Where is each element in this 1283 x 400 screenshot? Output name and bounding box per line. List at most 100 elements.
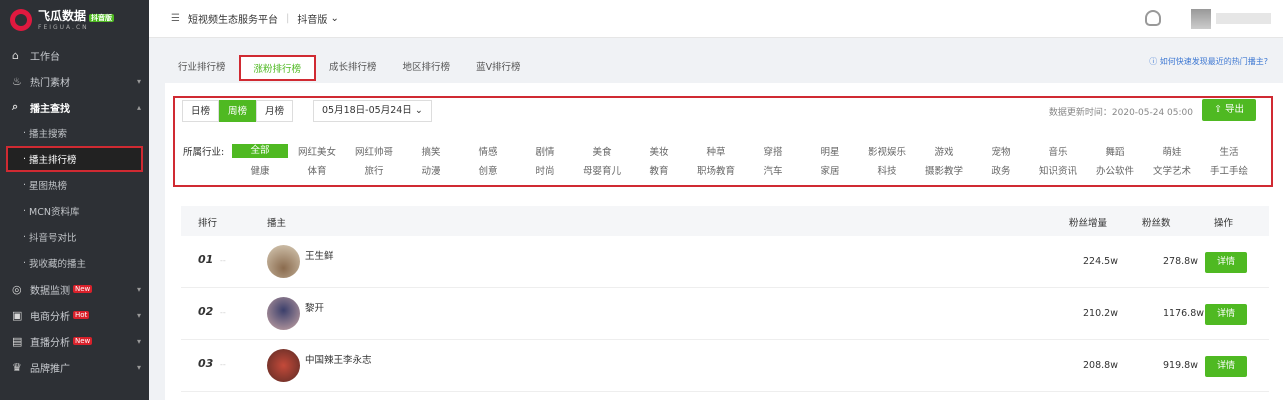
industry-tag[interactable]: 文学艺术 [1144,163,1200,177]
sub-item[interactable]: · 播主搜索 [0,120,149,146]
industry-tag[interactable]: 创意 [460,163,516,177]
headset-icon[interactable] [1145,10,1161,26]
industry-tag[interactable]: 穿搭 [745,144,801,158]
industry-tag[interactable]: 美妆 [631,144,687,158]
streamer-name[interactable]: 黎开 [305,300,324,314]
nav-search[interactable]: ⌕ 播主查找 ▴ [0,94,149,120]
nav-live[interactable]: ▤ 直播分析 New ▾ [0,328,149,354]
sub-item[interactable]: · 我收藏的播主 [0,250,149,276]
industry-tag[interactable]: 职场教育 [688,163,744,177]
help-link[interactable]: ⓘ 如何快速发现最近的热门播主? [1149,56,1268,67]
table-row: 01 -- 王生鲜 224.5w 278.8w 详情 [181,236,1269,288]
chevron-up-icon: ▴ [136,102,141,112]
avatar[interactable] [267,245,300,278]
industry-tag[interactable]: 游戏 [916,144,972,158]
chevron-down-icon: ▾ [136,284,141,294]
ranking-card: 日榜 周榜 月榜 05月18日-05月24日 ⌄ 数据更新时间：2020-05-… [165,83,1283,400]
logo-name: 飞瓜数据 [38,8,87,23]
sub-item[interactable]: · 抖音号对比 [0,224,149,250]
avatar[interactable] [267,349,300,382]
export-button[interactable]: ⇪ 导出 [1202,99,1256,121]
nav-hot[interactable]: ♨ 热门素材 ▾ [0,68,149,94]
industry-tag[interactable]: 音乐 [1030,144,1086,158]
tab-region[interactable]: 地区排行榜 [389,55,464,81]
sidebar: 飞瓜数据 抖音版 FEIGUA.CN ⌂ 工作台 ♨ 热门素材 ▾ ⌕ 播主查找 ▴ · 播… [0,0,149,400]
sub-item-ranking[interactable]: · 播主排行榜 [6,146,143,172]
sub-item[interactable]: · MCN资料库 [0,198,149,224]
nav-brand[interactable]: ♛ 品牌推广 ▾ [0,354,149,380]
industry-tag[interactable]: 家居 [802,163,858,177]
detail-button[interactable]: 详情 [1205,304,1248,325]
period-week[interactable]: 周榜 [219,100,257,122]
industry-tag[interactable]: 动漫 [403,163,459,177]
brand-icon: ♛ [12,360,22,374]
industry-tag[interactable]: 时尚 [517,163,573,177]
industry-tag[interactable]: 网红帅哥 [346,144,402,158]
industry-tag[interactable]: 网红美女 [289,144,345,158]
fans-count: 1176.8w [1163,308,1205,319]
logo-badge: 抖音版 [89,13,115,22]
detail-button[interactable]: 详情 [1205,252,1248,273]
chevron-down-icon: ▾ [136,76,141,86]
industry-tag[interactable]: 摄影教学 [916,163,972,177]
industry-tag[interactable]: 汽车 [745,163,801,177]
platform-title: 短视频生态服务平台 [187,15,278,26]
fire-icon: ♨ [12,74,22,88]
industry-tag[interactable]: 体育 [289,163,345,177]
industry-tag[interactable]: 种草 [688,144,744,158]
nav-label: 品牌推广 [30,363,70,375]
industry-tag[interactable]: 美食 [574,144,630,158]
avatar[interactable] [267,297,300,330]
industry-tag[interactable]: 剧情 [517,144,573,158]
new-badge: New [73,285,93,293]
nav-ecom[interactable]: ▣ 电商分析 Hot ▾ [0,302,149,328]
industry-tag[interactable]: 科技 [859,163,915,177]
industry-tag[interactable]: 萌娃 [1144,144,1200,158]
sub-label: MCN资料库 [29,207,80,218]
industry-tag-all[interactable]: 全部 [232,144,288,158]
col-rank: 排行 [198,218,218,229]
nav-workbench[interactable]: ⌂ 工作台 [0,42,149,68]
sub-item[interactable]: · 星图热榜 [0,172,149,198]
industry-tag[interactable]: 生活 [1201,144,1257,158]
avatar[interactable] [1191,9,1211,29]
fans-count: 919.8w [1163,360,1198,371]
industry-tag[interactable]: 宠物 [973,144,1029,158]
industry-label: 所属行业: [183,147,225,158]
rank: 02 [198,305,214,318]
streamer-name[interactable]: 中国辣王李永志 [305,352,372,366]
industry-tag[interactable]: 情感 [460,144,516,158]
industry-tag[interactable]: 手工手绘 [1201,163,1257,177]
industry-tag[interactable]: 健康 [232,163,288,177]
col-fans: 粉丝数 [1142,218,1171,229]
nav-label: 数据监测 [30,285,70,297]
fans-increase: 210.2w [1083,308,1118,319]
tab-industry[interactable]: 行业排行榜 [165,55,239,81]
industry-tag[interactable]: 影视娱乐 [859,144,915,158]
user-name-blurred[interactable] [1216,13,1271,24]
streamer-name[interactable]: 王生鲜 [305,248,334,262]
industry-tag[interactable]: 舞蹈 [1087,144,1143,158]
industry-tag[interactable]: 搞笑 [403,144,459,158]
industry-tag[interactable]: 知识资讯 [1030,163,1086,177]
menu-icon[interactable]: ☰ [171,13,180,24]
rank: 01 [198,253,214,266]
divider: | [285,13,290,24]
logo[interactable]: 飞瓜数据 抖音版 FEIGUA.CN [0,0,149,40]
industry-tag[interactable]: 母婴育儿 [574,163,630,177]
detail-button[interactable]: 详情 [1205,356,1248,377]
period-day[interactable]: 日榜 [182,100,220,122]
industry-tag[interactable]: 办公软件 [1087,163,1143,177]
industry-tag[interactable]: 明星 [802,144,858,158]
tab-growth[interactable]: 成长排行榜 [316,55,390,81]
industry-tag[interactable]: 政务 [973,163,1029,177]
tab-fans-growth[interactable]: 涨粉排行榜 [238,55,317,81]
date-range-select[interactable]: 05月18日-05月24日 ⌄ [313,100,432,122]
industry-tag[interactable]: 教育 [631,163,687,177]
industry-tag[interactable]: 旅行 [346,163,402,177]
period-month[interactable]: 月榜 [256,100,294,122]
nav-monitor[interactable]: ◎ 数据监测 New ▾ [0,276,149,302]
tab-bluev[interactable]: 蓝V排行榜 [463,55,534,81]
logo-icon [10,9,32,31]
version-select[interactable]: 抖音版 [297,11,327,26]
